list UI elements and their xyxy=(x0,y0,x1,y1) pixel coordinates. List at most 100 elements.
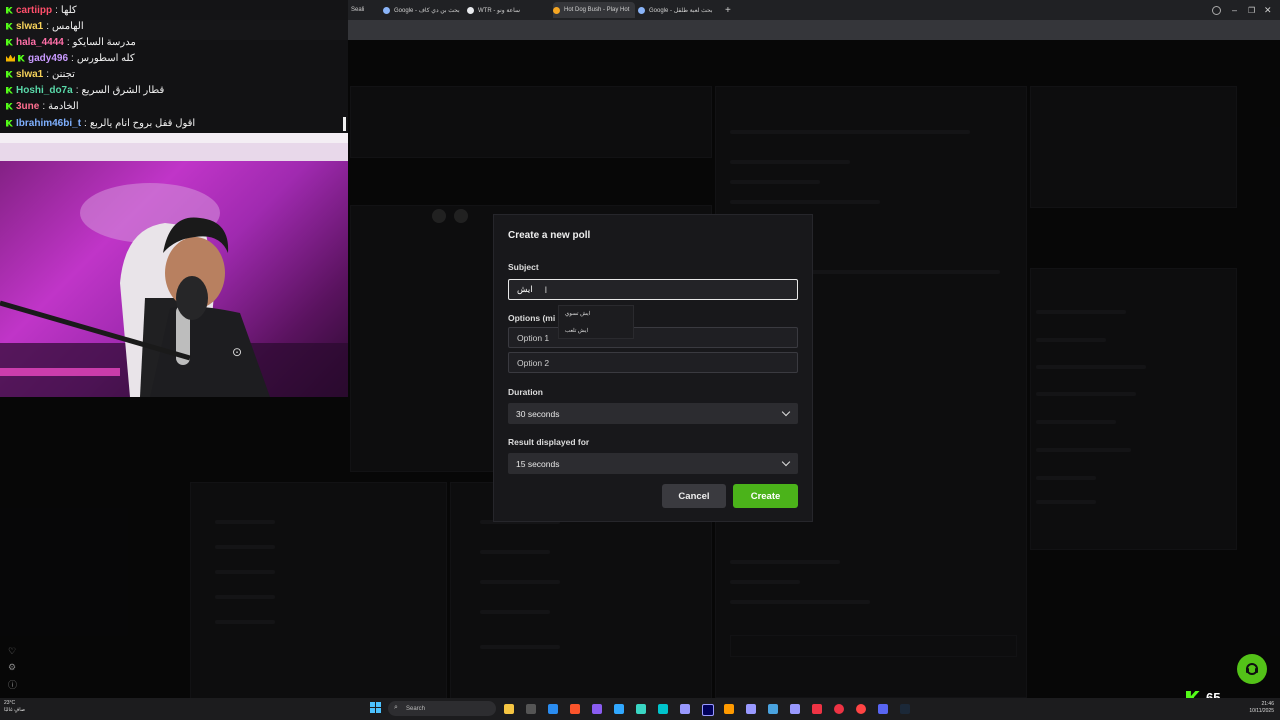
chevron-down-icon xyxy=(781,407,791,417)
weather-widget[interactable]: 23°C صافٍ غالبًا xyxy=(4,700,25,714)
clock[interactable]: 21:46 10/11/2025 xyxy=(1218,701,1274,715)
duration-value: 30 seconds xyxy=(516,408,560,419)
chat-username: hala_4444 xyxy=(16,36,64,48)
browser-tab-1[interactable]: Google - بحث بن دي كاف xyxy=(383,2,465,18)
create-button[interactable]: Create xyxy=(733,484,798,508)
app-icon[interactable] xyxy=(768,704,778,714)
app-icon[interactable] xyxy=(526,704,536,714)
chat-text: الخادمة xyxy=(48,100,79,112)
chat-text: تجننن xyxy=(52,68,75,80)
chat-username: slwa1 xyxy=(16,68,44,80)
chat-text: قطار الشرق السريع xyxy=(81,84,165,96)
discord-icon[interactable] xyxy=(878,704,888,714)
media-encoder-icon[interactable] xyxy=(702,704,714,716)
brave-icon[interactable] xyxy=(570,704,580,714)
support-button[interactable] xyxy=(1237,654,1267,684)
chat-username: 3une xyxy=(16,100,40,112)
vscode-icon[interactable] xyxy=(548,704,558,714)
chat-message: gady496: كله اسطورس xyxy=(6,50,135,66)
chat-text: اقول قفل بروح انام يالربع xyxy=(89,117,196,129)
autocomplete-item[interactable]: ايش تسوي xyxy=(565,311,590,317)
autocomplete-item[interactable]: ايش تلعب xyxy=(565,328,588,334)
new-tab-button[interactable]: + xyxy=(725,2,735,18)
minimize-button[interactable]: – xyxy=(1232,2,1242,18)
kick-icon xyxy=(18,54,25,62)
visual-studio-icon[interactable] xyxy=(592,704,602,714)
after-effects-icon[interactable] xyxy=(680,704,690,714)
steam-icon[interactable] xyxy=(900,704,910,714)
chat-username: Ibrahim46bi_t xyxy=(16,117,82,129)
premiere-icon[interactable] xyxy=(790,704,800,714)
chat-text: مدرسة السايكو xyxy=(72,36,136,48)
chat-username: cartiipp xyxy=(16,4,53,16)
chat-username: Hoshi_do7a xyxy=(16,84,73,96)
maximize-button[interactable]: ❐ xyxy=(1248,2,1258,18)
crown-icon xyxy=(6,54,15,62)
chat-text: الهامس xyxy=(52,20,84,32)
stream-chat-overlay: cartiipp: كلها slwa1: الهامس hala_4444: … xyxy=(0,0,348,133)
option-1-placeholder: Option 1 xyxy=(517,332,550,343)
tab-label: Google - بحث لعبة طلقل xyxy=(649,7,713,14)
app-icon[interactable] xyxy=(834,704,844,714)
photoshop-icon[interactable] xyxy=(614,704,624,714)
audition-icon[interactable] xyxy=(658,704,668,714)
chrome-icon[interactable] xyxy=(856,704,866,714)
audition-icon[interactable] xyxy=(746,704,756,714)
page-icon xyxy=(553,6,560,14)
option-1-input[interactable]: Option 1 xyxy=(508,327,798,348)
windows-start-icon[interactable] xyxy=(370,702,381,713)
search-tabs-icon[interactable] xyxy=(1212,2,1222,18)
weather-temp: 23°C xyxy=(4,700,16,706)
file-explorer-icon[interactable] xyxy=(504,704,514,714)
browser-tab-2[interactable]: WTR - ساعة ونو xyxy=(467,2,549,18)
tab-label: WTR - ساعة ونو xyxy=(478,7,520,14)
tab-label: Google - بحث بن دي كاف xyxy=(394,7,460,14)
chat-message: slwa1: تجننن xyxy=(6,66,75,82)
heart-icon[interactable]: ♡ xyxy=(8,646,16,657)
cancel-button[interactable]: Cancel xyxy=(662,484,726,508)
app-icon[interactable] xyxy=(636,704,646,714)
search-placeholder: Search xyxy=(406,705,426,712)
result-label: Result displayed for xyxy=(508,437,590,447)
subject-input[interactable]: ايش I xyxy=(508,279,798,300)
chat-message: Hoshi_do7a: قطار الشرق السريع xyxy=(6,82,164,98)
browser-tab-partial[interactable]: Seali xyxy=(351,2,369,18)
kick-icon xyxy=(6,102,13,110)
plus-icon: + xyxy=(725,4,731,16)
browser-tab-3[interactable]: Hot Dog Bush - Play Hot xyxy=(553,2,635,18)
dialog-title: Create a new poll xyxy=(508,230,591,241)
chat-message: Ibrahim46bi_t: اقول قفل بروح انام يالربع xyxy=(6,115,195,131)
browser-tab-4[interactable]: Google - بحث لعبة طلقل xyxy=(638,2,720,18)
option-2-input[interactable]: Option 2 xyxy=(508,352,798,373)
info-icon[interactable]: ⓘ xyxy=(8,678,17,691)
weather-desc: صافٍ غالبًا xyxy=(4,707,26,713)
support-icon xyxy=(1246,663,1258,675)
search-icon: ⌕ xyxy=(394,704,398,711)
tab-label: Seali xyxy=(351,7,365,13)
settings-icon[interactable]: ⚙ xyxy=(8,662,16,673)
page-icon xyxy=(467,6,474,14)
close-window-button[interactable]: ✕ xyxy=(1264,2,1274,18)
result-duration-select[interactable]: 15 seconds xyxy=(508,453,798,474)
kick-icon xyxy=(6,70,13,78)
chat-message: cartiipp: كلها xyxy=(6,2,77,18)
chat-message: 3une: الخادمة xyxy=(6,98,79,114)
streamer-silhouette: ⊙ xyxy=(0,133,348,397)
clock-time: 21:46 xyxy=(1261,701,1274,707)
subject-label: Subject xyxy=(508,262,539,272)
taskbar-search-input[interactable]: ⌕ Search xyxy=(388,701,496,716)
chat-text: كله اسطورس xyxy=(76,52,135,64)
subject-value: ايش xyxy=(517,284,533,294)
result-value: 15 seconds xyxy=(516,458,560,469)
duration-select[interactable]: 30 seconds xyxy=(508,403,798,424)
obs-icon[interactable] xyxy=(812,704,822,714)
duration-label: Duration xyxy=(508,387,543,397)
option-2-placeholder: Option 2 xyxy=(517,357,550,368)
text-cursor-icon: I xyxy=(544,284,548,295)
autocomplete-dropdown: ايش تسوي ايش تلعب xyxy=(558,305,634,339)
chevron-down-icon xyxy=(781,457,791,467)
create-poll-dialog: Create a new poll Subject ايش I Options … xyxy=(493,214,813,522)
chat-username: gady496 xyxy=(28,52,69,64)
svg-text:⊙: ⊙ xyxy=(232,345,242,359)
app-icon[interactable] xyxy=(724,704,734,714)
